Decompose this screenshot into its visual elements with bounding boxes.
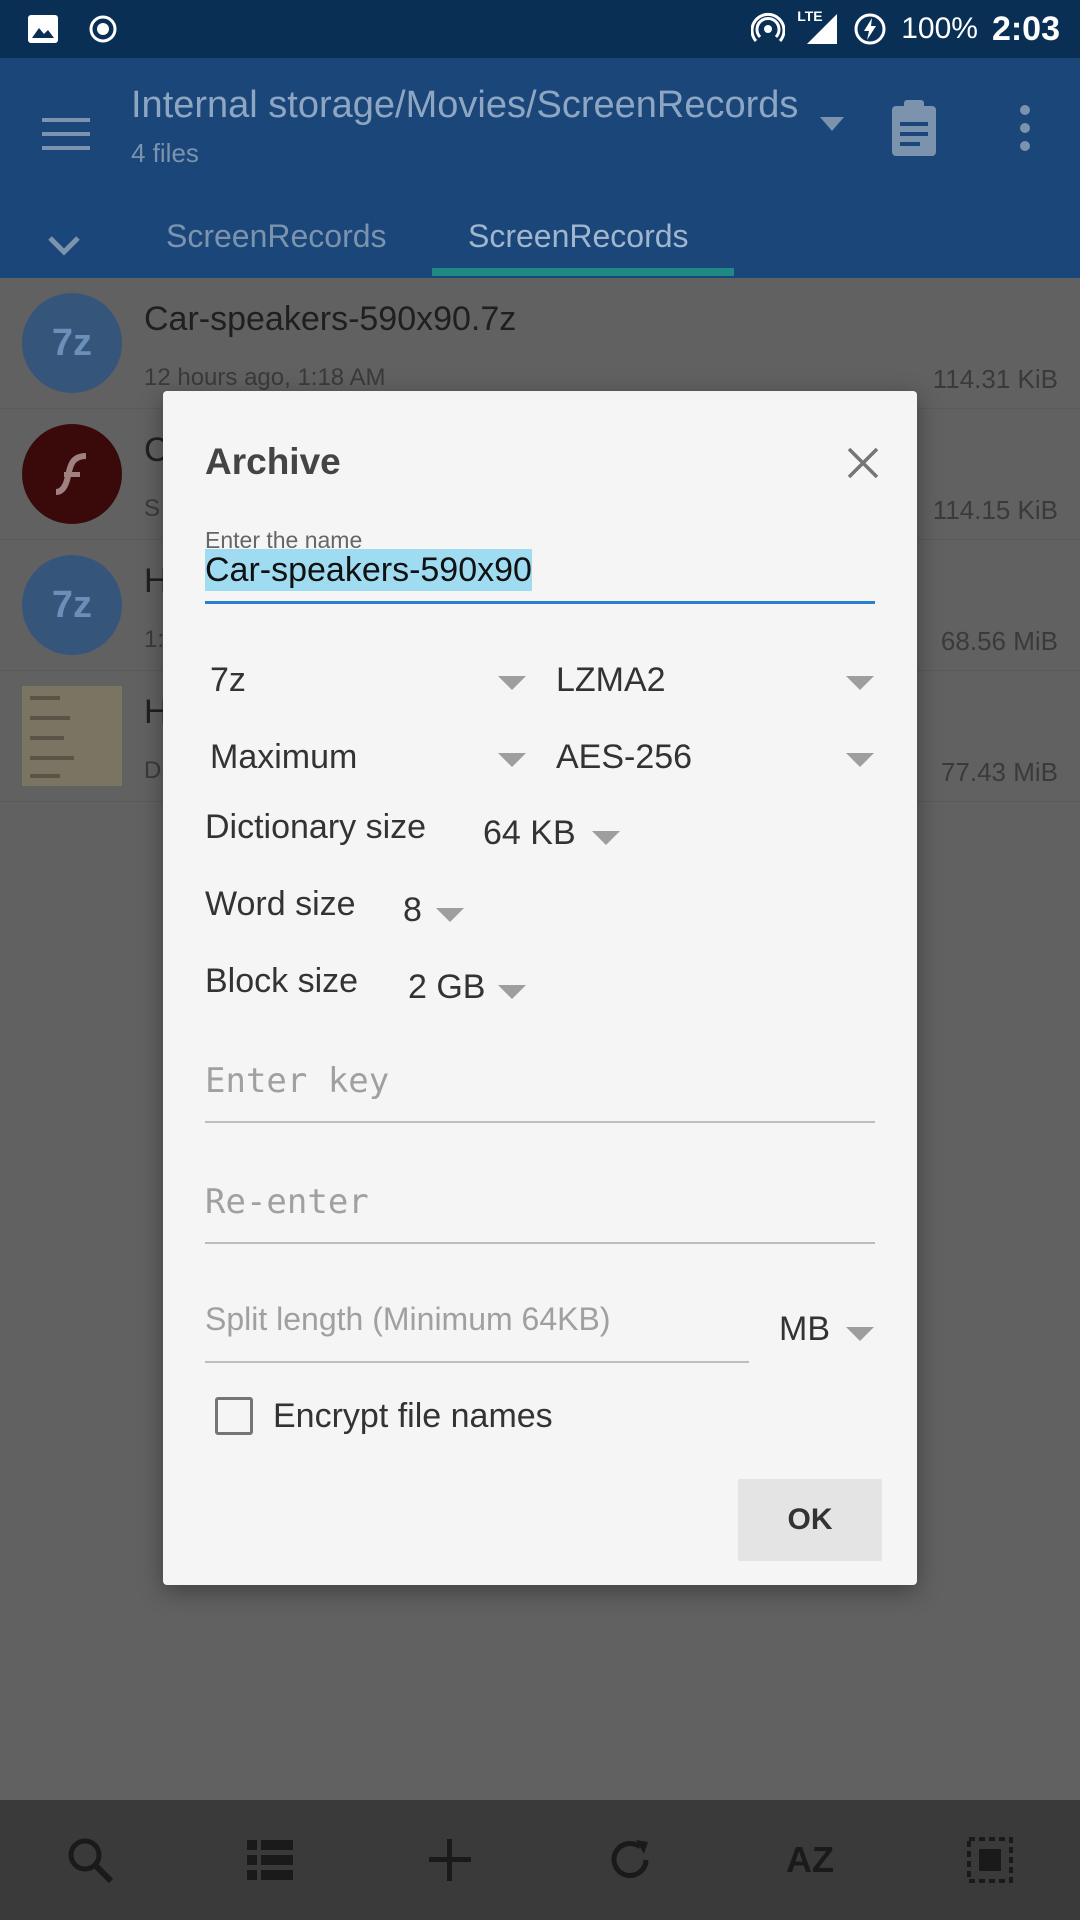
active-tab-indicator — [432, 268, 734, 276]
file-name: Car-speakers-590x90.7z — [144, 300, 517, 338]
chevron-down-icon[interactable] — [845, 751, 875, 769]
bottom-toolbar: AZ — [0, 1800, 1080, 1920]
file-size: 114.31 KiB — [932, 364, 1058, 394]
file-size: 77.43 MiB — [940, 757, 1058, 787]
method-select[interactable]: LZMA2 — [556, 661, 666, 700]
file-date: S — [144, 495, 161, 522]
file-date: 1: — [144, 626, 165, 653]
split-length-input[interactable]: Split length (Minimum 64KB) — [205, 1301, 749, 1363]
chevron-down-icon[interactable] — [497, 983, 527, 1001]
dictionary-size-select[interactable]: 64 KB — [483, 814, 576, 853]
dialog-title: Archive — [205, 441, 341, 482]
add-icon[interactable] — [422, 1832, 478, 1888]
path-dropdown-icon[interactable] — [818, 114, 846, 134]
word-size-label: Word size — [205, 885, 356, 923]
tab-screenrecords-1[interactable]: ScreenRecords — [166, 218, 387, 255]
encrypt-names-label[interactable]: Encrypt file names — [273, 1397, 553, 1436]
split-unit-select[interactable]: MB — [779, 1310, 830, 1349]
encryption-select[interactable]: AES-256 — [556, 738, 692, 777]
chevron-down-icon[interactable] — [44, 230, 84, 260]
block-size-select[interactable]: 2 GB — [408, 968, 485, 1007]
file-date: 12 hours ago, 1:18 AM — [144, 364, 386, 391]
clock: 2:03 — [991, 9, 1060, 48]
format-select[interactable]: 7z — [210, 661, 246, 700]
file-size: 114.15 KiB — [932, 495, 1058, 525]
flash-file-icon — [22, 424, 122, 524]
block-size-label: Block size — [205, 962, 359, 1000]
chevron-down-icon[interactable] — [497, 751, 527, 769]
search-icon[interactable] — [62, 1832, 118, 1888]
reenter-key-input[interactable]: Re-enter — [205, 1182, 875, 1244]
battery-percent: 100% — [901, 12, 978, 45]
dictionary-size-label: Dictionary size — [205, 808, 427, 846]
encrypt-names-checkbox[interactable] — [215, 1397, 253, 1435]
chevron-down-icon[interactable] — [435, 906, 465, 924]
archive-7z-icon: 7z — [22, 293, 122, 393]
image-notification-icon — [26, 12, 60, 46]
refresh-icon[interactable] — [602, 1832, 658, 1888]
app-bar: Internal storage/Movies/ScreenRecords 4 … — [0, 58, 1080, 278]
current-path[interactable]: Internal storage/Movies/ScreenRecords — [131, 84, 798, 127]
chevron-down-icon[interactable] — [497, 674, 527, 692]
chevron-down-icon[interactable] — [591, 829, 621, 847]
record-icon — [86, 12, 120, 46]
sort-az-icon[interactable]: AZ — [782, 1832, 838, 1888]
status-bar: LTE 100% 2:03 — [0, 0, 1080, 58]
ok-button[interactable]: OK — [738, 1479, 882, 1561]
chevron-down-icon[interactable] — [845, 1325, 875, 1343]
archive-7z-icon: 7z — [22, 555, 122, 655]
battery-charging-icon — [853, 12, 887, 46]
reenter-placeholder: Re-enter — [205, 1182, 369, 1222]
word-size-select[interactable]: 8 — [403, 891, 422, 930]
key-input[interactable]: Enter key — [205, 1061, 875, 1123]
file-count: 4 files — [131, 138, 199, 168]
key-placeholder: Enter key — [205, 1061, 390, 1101]
list-item[interactable]: 7z Car-speakers-590x90.7z 12 hours ago, … — [0, 278, 1080, 409]
more-options-icon[interactable] — [1010, 98, 1040, 158]
lte-signal-icon: LTE — [797, 8, 839, 46]
clipboard-icon[interactable] — [888, 98, 940, 158]
video-thumbnail — [22, 686, 122, 786]
archive-name-value: Car-speakers-590x90 — [205, 549, 532, 591]
network-type: LTE — [797, 8, 823, 24]
close-icon[interactable] — [843, 443, 883, 483]
chevron-down-icon[interactable] — [845, 674, 875, 692]
split-placeholder: Split length (Minimum 64KB) — [205, 1301, 611, 1337]
select-all-icon[interactable] — [962, 1832, 1018, 1888]
archive-name-input[interactable]: Car-speakers-590x90 — [205, 549, 875, 604]
hotspot-icon — [751, 12, 786, 46]
level-select[interactable]: Maximum — [210, 738, 357, 777]
archive-dialog: Archive Enter the name Car-speakers-590x… — [163, 391, 917, 1585]
file-date: D — [144, 757, 162, 784]
tab-screenrecords-2[interactable]: ScreenRecords — [468, 218, 689, 255]
list-view-icon[interactable] — [242, 1832, 298, 1888]
file-size: 68.56 MiB — [940, 626, 1058, 656]
menu-icon[interactable] — [38, 106, 94, 162]
